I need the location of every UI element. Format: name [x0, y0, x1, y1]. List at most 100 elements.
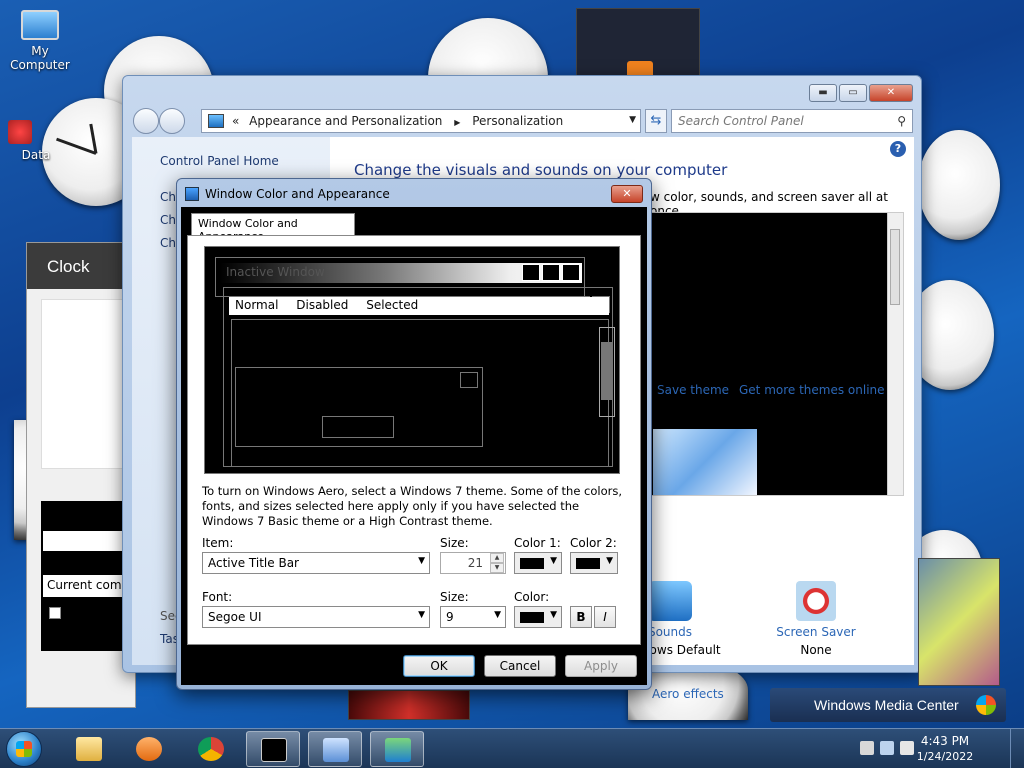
size-stepper[interactable]: 21 ▲ ▼: [440, 552, 506, 574]
preview-box-icon: [542, 264, 560, 281]
get-more-themes-link[interactable]: Get more themes online: [739, 383, 885, 397]
taskbar-control-panel[interactable]: [308, 731, 362, 767]
cancel-button[interactable]: Cancel: [484, 655, 556, 677]
color1-picker[interactable]: ▼: [514, 552, 562, 574]
media-player-icon: [136, 737, 162, 761]
color2-swatch: [576, 558, 600, 569]
screen-saver-value: None: [800, 643, 832, 657]
save-theme-link[interactable]: Save theme: [657, 383, 729, 397]
font-size-value: 9: [446, 610, 454, 624]
aero-info-text: To turn on Windows Aero, select a Window…: [202, 484, 623, 528]
media-center-tiles[interactable]: [918, 558, 1000, 686]
computer-icon: [21, 10, 59, 40]
preview-inactive-titlebar: Inactive Window: [220, 263, 582, 283]
caption-buttons: ▬ ▭ ✕: [809, 84, 913, 102]
font-color-label: Color:: [514, 590, 550, 604]
clock-date[interactable]: 1/24/2022: [910, 750, 980, 763]
dialog-close-button[interactable]: ✕: [611, 185, 643, 203]
close-button[interactable]: ✕: [869, 84, 913, 102]
preview-menu-selected: Selected: [366, 298, 419, 312]
item-select-value: Active Title Bar: [208, 556, 299, 570]
show-desktop-button[interactable]: [1010, 729, 1024, 768]
forward-button[interactable]: [159, 108, 185, 134]
size-label: Size:: [440, 536, 469, 550]
theme-thumbnail-stack: [653, 429, 757, 495]
breadcrumb-separator-icon: ▶: [454, 118, 461, 127]
my-computer-icon[interactable]: My Computer: [0, 10, 80, 72]
chevron-down-icon: ▼: [418, 556, 425, 566]
appearance-icon: [385, 738, 411, 762]
desktop: { "desktop": { "icons": [ {"label": "My …: [0, 0, 1024, 768]
tab-window-color[interactable]: Window Color and Appearance: [191, 213, 355, 243]
aero-effects-link[interactable]: Aero effects: [652, 687, 724, 701]
font-label: Font:: [202, 590, 233, 604]
data-folder-icon[interactable]: Data: [0, 120, 60, 162]
scroll-thumb[interactable]: [890, 229, 900, 305]
network-icon[interactable]: [880, 741, 894, 755]
system-tray: 4:43 PM 1/24/2022: [854, 729, 1024, 768]
ok-button[interactable]: OK: [403, 655, 475, 677]
color1-label: Color 1:: [514, 536, 561, 550]
preview-msg-button: [322, 416, 394, 438]
screen-saver-item[interactable]: Screen Saver None: [756, 581, 876, 657]
window-color-dialog[interactable]: Window Color and Appearance ✕ Window Col…: [176, 178, 652, 690]
taskbar-chrome[interactable]: [184, 731, 238, 767]
minimize-button[interactable]: ▬: [809, 84, 837, 102]
dialog-app-icon: [185, 187, 199, 201]
font-color-picker[interactable]: ▼: [514, 606, 562, 628]
search-input[interactable]: Search Control Panel ⚲: [671, 109, 913, 133]
desktop-icon-label: My Computer: [10, 44, 70, 72]
taskbar: 4:43 PM 1/24/2022: [0, 728, 1024, 768]
windows-media-center-gadget[interactable]: Windows Media Center: [770, 688, 1006, 722]
spin-down-icon[interactable]: ▼: [490, 563, 504, 573]
taskbar-media-player[interactable]: [122, 731, 176, 767]
font-select[interactable]: Segoe UI ▼: [202, 606, 430, 628]
cmd-icon: [261, 738, 287, 762]
bold-button[interactable]: B: [570, 606, 592, 628]
help-icon[interactable]: ?: [890, 141, 906, 157]
feed-gadget[interactable]: [576, 8, 700, 85]
sounds-icon: [648, 581, 692, 621]
windows-logo-icon: [976, 695, 996, 715]
font-size-select[interactable]: 9 ▼: [440, 606, 506, 628]
appearance-preview[interactable]: Inactive Window Normal Disabled Selected: [204, 246, 620, 474]
item-select[interactable]: Active Title Bar ▼: [202, 552, 430, 574]
windows-logo-icon: [16, 741, 32, 757]
italic-button[interactable]: I: [594, 606, 616, 628]
spin-up-icon[interactable]: ▲: [490, 553, 504, 563]
left-nav-link[interactable]: Ch: [160, 190, 176, 204]
address-dropdown-icon[interactable]: ▼: [629, 115, 636, 125]
taskbar-appearance[interactable]: [370, 731, 424, 767]
clock-time[interactable]: 4:43 PM: [910, 734, 980, 748]
action-center-icon[interactable]: [860, 741, 874, 755]
desktop-icon-label: Data: [21, 148, 51, 162]
clock-window[interactable]: Clock Current comp: [26, 242, 137, 708]
red-photo-gadget[interactable]: [348, 690, 470, 720]
maximize-button[interactable]: ▭: [839, 84, 867, 102]
preview-box-icon: [562, 264, 580, 281]
breadcrumb-personalization[interactable]: Personalization: [472, 114, 563, 128]
apply-button[interactable]: Apply: [565, 655, 637, 677]
start-button[interactable]: [6, 731, 42, 767]
left-nav-link[interactable]: Ch: [160, 236, 176, 250]
themes-scrollbar[interactable]: [887, 213, 903, 495]
clock-window-title: Clock: [27, 243, 135, 289]
taskbar-explorer[interactable]: [62, 731, 116, 767]
back-button[interactable]: [133, 108, 159, 134]
color2-picker[interactable]: ▼: [570, 552, 618, 574]
dialog-body: Window Color and Appearance Inactive Win…: [181, 207, 647, 685]
breadcrumb-appearance[interactable]: Appearance and Personalization: [249, 114, 442, 128]
shortcut-icon: [8, 120, 32, 144]
color1-swatch: [520, 558, 544, 569]
search-icon: ⚲: [897, 114, 906, 128]
address-bar[interactable]: « Appearance and Personalization ▶ Perso…: [201, 109, 641, 133]
refresh-button[interactable]: ⇆: [645, 109, 667, 133]
left-nav-link[interactable]: Ch: [160, 213, 176, 227]
taskbar-cmd[interactable]: [246, 731, 300, 767]
address-folder-icon: [208, 114, 224, 128]
preview-inactive-title: Inactive Window: [226, 265, 325, 279]
page-title: Change the visuals and sounds on your co…: [354, 161, 728, 179]
clock-checkbox[interactable]: [49, 607, 61, 619]
control-panel-home-link[interactable]: Control Panel Home: [160, 154, 279, 168]
preview-menu-normal: Normal: [235, 298, 279, 312]
